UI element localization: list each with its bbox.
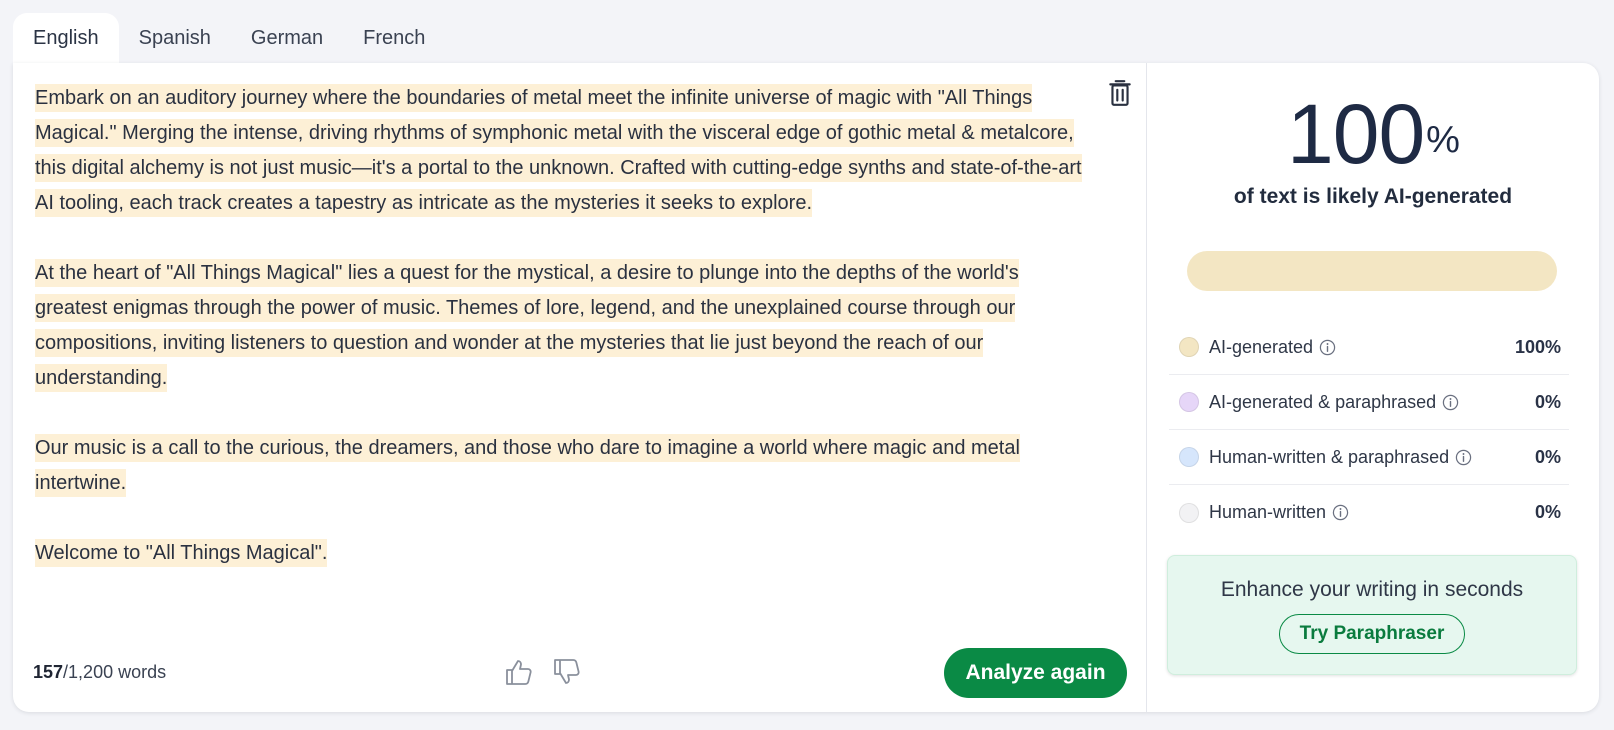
- info-icon[interactable]: [1442, 394, 1459, 411]
- paragraph: Our music is a call to the curious, the …: [35, 431, 1095, 501]
- legend-value: 100%: [1514, 336, 1561, 357]
- analyze-again-button[interactable]: Analyze again: [944, 648, 1127, 698]
- detector-card: Embark on an auditory journey where the …: [13, 63, 1599, 712]
- score-bar: [1187, 251, 1557, 291]
- paraphraser-promo: Enhance your writing in seconds Try Para…: [1167, 555, 1577, 675]
- score-value: 100: [1287, 87, 1425, 181]
- thumbs-down-icon[interactable]: [551, 656, 583, 688]
- legend-dot: [1179, 392, 1199, 412]
- promo-title: Enhance your writing in seconds: [1220, 578, 1524, 601]
- info-icon[interactable]: [1455, 449, 1472, 466]
- legend-row-human-written: Human-written 0%: [1169, 485, 1569, 540]
- legend-row-human-paraphrased: Human-written & paraphrased 0%: [1169, 430, 1569, 485]
- trash-icon[interactable]: [1107, 79, 1133, 107]
- legend-row-ai-generated: AI-generated 100%: [1169, 320, 1569, 375]
- legend-label: Human-written & paraphrased: [1209, 446, 1450, 467]
- info-icon[interactable]: [1319, 339, 1336, 356]
- word-limit: /1,200 words: [63, 662, 167, 682]
- ai-score: 100%: [1147, 89, 1599, 179]
- word-count-value: 157: [33, 662, 64, 682]
- paragraph: Welcome to "All Things Magical".: [35, 536, 1095, 571]
- highlighted-text: Welcome to "All Things Magical".: [35, 539, 328, 567]
- legend-label: AI-generated & paraphrased: [1209, 391, 1437, 412]
- results-panel: 100% of text is likely AI-generated AI-g…: [1147, 63, 1599, 712]
- score-unit: %: [1426, 119, 1460, 161]
- text-editor[interactable]: Embark on an auditory journey where the …: [13, 63, 1147, 712]
- score-legend: AI-generated 100% AI-generated & paraphr…: [1169, 320, 1569, 540]
- paragraph: At the heart of "All Things Magical" lie…: [35, 256, 1095, 396]
- legend-value: 0%: [1534, 502, 1561, 522]
- try-paraphraser-button[interactable]: Try Paraphraser: [1278, 614, 1466, 654]
- tab-french[interactable]: French: [343, 13, 445, 63]
- legend-label: AI-generated: [1209, 336, 1314, 357]
- highlighted-text: Our music is a call to the curious, the …: [35, 434, 1020, 497]
- editor-content[interactable]: Embark on an auditory journey where the …: [35, 81, 1095, 606]
- word-count: 157/1,200 words: [33, 662, 166, 683]
- paragraph: Embark on an auditory journey where the …: [35, 81, 1095, 221]
- score-caption: of text is likely AI-generated: [1233, 185, 1513, 208]
- legend-label: Human-written: [1209, 502, 1327, 522]
- legend-dot: [1179, 502, 1199, 523]
- highlighted-text: Embark on an auditory journey where the …: [35, 84, 1082, 217]
- tab-german[interactable]: German: [231, 13, 343, 63]
- score-bar-fill: [1187, 251, 1557, 291]
- legend-value: 0%: [1534, 391, 1561, 412]
- legend-value: 0%: [1534, 446, 1561, 467]
- tab-english[interactable]: English: [13, 13, 119, 63]
- legend-dot: [1179, 337, 1199, 357]
- info-icon[interactable]: [1332, 504, 1349, 521]
- language-tabs: English Spanish German French: [13, 13, 445, 63]
- editor-footer: 157/1,200 words Analyze again: [13, 648, 1146, 698]
- legend-row-ai-paraphrased: AI-generated & paraphrased 0%: [1169, 375, 1569, 430]
- thumbs-up-icon[interactable]: [503, 656, 535, 688]
- highlighted-text: At the heart of "All Things Magical" lie…: [35, 259, 1019, 392]
- tab-spanish[interactable]: Spanish: [119, 13, 231, 63]
- legend-dot: [1179, 447, 1199, 467]
